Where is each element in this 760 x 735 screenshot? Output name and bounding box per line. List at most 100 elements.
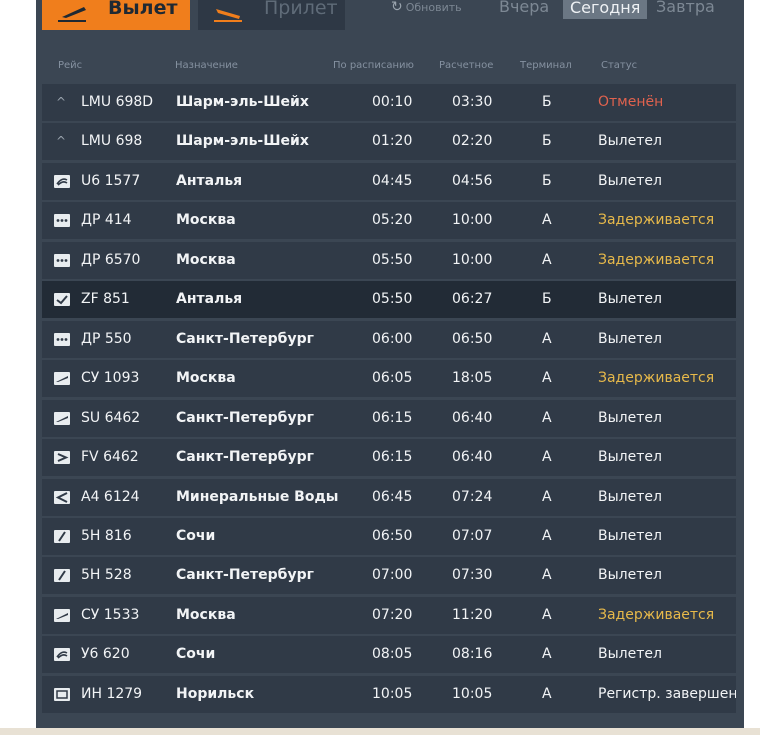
- scheduled-time: 05:20: [372, 212, 413, 228]
- flight-number: ДР 6570: [81, 252, 141, 268]
- estimated-time: 06:27: [452, 291, 493, 307]
- tab-departure-label: Вылет: [108, 0, 178, 19]
- estimated-time: 07:30: [452, 567, 493, 583]
- refresh-icon: ↻: [391, 0, 403, 15]
- airline-arrow-icon: [54, 479, 72, 516]
- scheduled-time: 07:00: [372, 567, 413, 583]
- scheduled-time: 06:45: [372, 489, 413, 505]
- table-row[interactable]: ZF 851 Анталья 05:50 06:27 Б Вылетел: [42, 281, 736, 318]
- table-row[interactable]: A4 6124 Минеральные Воды 06:45 07:24 А Вылете…: [42, 479, 736, 516]
- status: Вылетел: [598, 528, 662, 544]
- table-row[interactable]: ДР 414 Москва 05:20 10:00 А Задерживается: [42, 202, 736, 239]
- status: Вылетел: [598, 567, 662, 583]
- terminal: А: [542, 489, 552, 505]
- status: Вылетел: [598, 291, 662, 307]
- column-header-terminal: Терминал: [520, 60, 572, 71]
- flight-number: ИН 1279: [81, 686, 143, 702]
- airline-dots-icon: [54, 242, 72, 279]
- tab-arrival[interactable]: Прилет: [198, 0, 345, 30]
- table-row[interactable]: 5H 528 Санкт-Петербург 07:00 07:30 А Вылетел: [42, 557, 736, 594]
- caret-icon: ^: [56, 134, 67, 148]
- flight-number: СУ 1533: [81, 607, 140, 623]
- status: Задерживается: [598, 370, 715, 386]
- refresh-button[interactable]: ↻ Обновить: [391, 0, 462, 15]
- scheduled-time: 08:05: [372, 646, 413, 662]
- table-row[interactable]: FV 6462 Санкт-Петербург 06:15 06:40 А Вылетел: [42, 439, 736, 476]
- destination: Анталья: [176, 291, 243, 307]
- terminal: А: [542, 370, 552, 386]
- terminal: А: [542, 212, 552, 228]
- day-yesterday[interactable]: Вчера: [499, 0, 549, 19]
- airline-dots-icon: [54, 202, 72, 239]
- terminal: А: [542, 646, 552, 662]
- status: Задерживается: [598, 607, 715, 623]
- table-row[interactable]: ИН 1279 Норильск 10:05 10:05 А Регистр. завер…: [42, 676, 736, 713]
- table-row[interactable]: СУ 1093 Москва 06:05 18:05 А Задерживается: [42, 360, 736, 397]
- destination: Анталья: [176, 173, 243, 189]
- table-row[interactable]: 5H 816 Сочи 06:50 07:07 А Вылетел: [42, 518, 736, 555]
- flight-number: У6 620: [81, 646, 130, 662]
- scheduled-time: 01:20: [372, 133, 413, 149]
- flight-number: СУ 1093: [81, 370, 140, 386]
- estimated-time: 10:05: [452, 686, 493, 702]
- table-row[interactable]: СУ 1533 Москва 07:20 11:20 А Задерживается: [42, 597, 736, 634]
- scheduled-time: 00:10: [372, 94, 413, 110]
- terminal: Б: [542, 133, 552, 149]
- day-tomorrow[interactable]: Завтра: [656, 0, 715, 19]
- table-row[interactable]: ^ LMU 698 Шарм-эль-Шейх 01:20 02:20 Б Вылетел: [42, 123, 736, 160]
- status: Отменён: [598, 94, 664, 110]
- destination: Москва: [176, 370, 236, 386]
- flight-number: 5H 528: [81, 567, 132, 583]
- table-row[interactable]: ДР 550 Санкт-Петербург 06:00 06:50 А Вылетел: [42, 321, 736, 358]
- estimated-time: 02:20: [452, 133, 493, 149]
- estimated-time: 03:30: [452, 94, 493, 110]
- table-row[interactable]: ^ LMU 698D Шарм-эль-Шейх 00:10 03:30 Б Отменён: [42, 84, 736, 121]
- status: Задерживается: [598, 252, 715, 268]
- airline-wing-icon: [54, 597, 72, 634]
- destination: Санкт-Петербург: [176, 567, 314, 583]
- airline-slash-icon: [54, 557, 72, 594]
- terminal: А: [542, 410, 552, 426]
- caret-icon: ^: [56, 95, 67, 109]
- airline-swirl-icon: [54, 636, 72, 673]
- status: Вылетел: [598, 449, 662, 465]
- airline-wing-icon: [54, 400, 72, 437]
- airline-dots-icon: [54, 321, 72, 358]
- scheduled-time: 06:15: [372, 410, 413, 426]
- arrival-plane-icon: [214, 9, 242, 22]
- table-row[interactable]: У6 620 Сочи 08:05 08:16 А Вылетел: [42, 636, 736, 673]
- scheduled-time: 06:05: [372, 370, 413, 386]
- destination: Москва: [176, 212, 236, 228]
- terminal: Б: [542, 291, 552, 307]
- terminal: А: [542, 252, 552, 268]
- terminal: Б: [542, 94, 552, 110]
- scheduled-time: 07:20: [372, 607, 413, 623]
- table-row[interactable]: U6 1577 Анталья 04:45 04:56 Б Вылетел: [42, 163, 736, 200]
- column-header-estimated: Расчетное: [439, 60, 494, 71]
- terminal: А: [542, 567, 552, 583]
- scheduled-time: 06:50: [372, 528, 413, 544]
- status: Вылетел: [598, 331, 662, 347]
- top-bar: Вылет Прилет ↻ Обновить Вчера Сегодня За…: [36, 0, 744, 34]
- table-row[interactable]: ДР 6570 Москва 05:50 10:00 А Задерживается: [42, 242, 736, 279]
- estimated-time: 08:16: [452, 646, 493, 662]
- column-header-status: Статус: [601, 60, 638, 71]
- day-today[interactable]: Сегодня: [563, 0, 648, 19]
- destination: Санкт-Петербург: [176, 410, 314, 426]
- estimated-time: 06:40: [452, 410, 493, 426]
- airline-wing-icon: [54, 360, 72, 397]
- scheduled-time: 06:00: [372, 331, 413, 347]
- status: Вылетел: [598, 489, 662, 505]
- flight-number: U6 1577: [81, 173, 141, 189]
- departure-plane-icon: [58, 7, 86, 22]
- tab-departure[interactable]: Вылет: [42, 0, 190, 30]
- airline-r-icon: [54, 439, 72, 476]
- scheduled-time: 05:50: [372, 291, 413, 307]
- table-row[interactable]: SU 6462 Санкт-Петербург 06:15 06:40 А Вылетел: [42, 400, 736, 437]
- terminal: Б: [542, 173, 552, 189]
- destination: Шарм-эль-Шейх: [176, 133, 309, 149]
- destination: Санкт-Петербург: [176, 449, 314, 465]
- column-header-scheduled: По расписанию: [333, 60, 414, 71]
- terminal: А: [542, 528, 552, 544]
- airline-box-icon: [54, 676, 72, 713]
